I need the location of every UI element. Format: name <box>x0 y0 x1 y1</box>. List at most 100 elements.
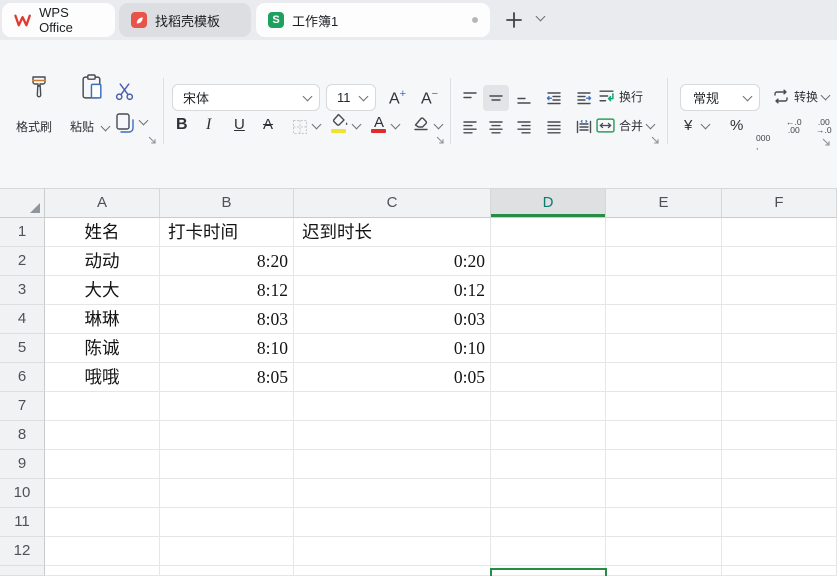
column-header-B[interactable]: B <box>160 189 294 218</box>
cell-E6[interactable] <box>606 363 722 392</box>
dialog-launcher-icon[interactable] <box>148 136 157 145</box>
cell-B3[interactable]: 8:12 <box>160 276 294 305</box>
cell-A10[interactable] <box>45 479 160 508</box>
cell-F10[interactable] <box>722 479 837 508</box>
dialog-launcher-icon[interactable] <box>651 136 660 145</box>
row-header-7[interactable]: 7 <box>0 392 45 421</box>
row-header-6[interactable]: 6 <box>0 363 45 392</box>
paste-label[interactable]: 粘贴 <box>70 118 94 135</box>
row-header-1[interactable]: 1 <box>0 218 45 247</box>
copy-chevron-icon[interactable] <box>138 115 149 126</box>
font-size-select[interactable]: 11 <box>326 84 376 111</box>
cell-E9[interactable] <box>606 450 722 479</box>
cell-E5[interactable] <box>606 334 722 363</box>
tab-workbook1[interactable]: S 工作簿1 <box>256 3 490 37</box>
cell-A3[interactable]: 大大 <box>45 276 160 305</box>
valign-bottom-icon[interactable] <box>516 90 532 106</box>
cell-A7[interactable] <box>45 392 160 421</box>
borders-chevron-icon[interactable] <box>311 119 322 130</box>
cell-F12[interactable] <box>722 537 837 566</box>
tab-list-chevron-icon[interactable] <box>535 11 546 22</box>
italic-button[interactable]: I <box>206 116 211 134</box>
cell-A9[interactable] <box>45 450 160 479</box>
clear-format-chevron-icon[interactable] <box>433 119 444 130</box>
cell-F4[interactable] <box>722 305 837 334</box>
format-painter-label[interactable]: 格式刷 <box>16 118 52 135</box>
copy-icon[interactable] <box>115 112 135 134</box>
cell-D7[interactable] <box>491 392 606 421</box>
tab-docer-templates[interactable]: 找稻壳模板 <box>119 3 251 37</box>
bold-button[interactable]: B <box>176 116 188 134</box>
cell-B8[interactable] <box>160 421 294 450</box>
cell-B12[interactable] <box>160 537 294 566</box>
valign-middle-icon[interactable] <box>488 90 504 106</box>
cell-B11[interactable] <box>160 508 294 537</box>
row-header-5[interactable]: 5 <box>0 334 45 363</box>
tab-wps-office[interactable]: WPS Office <box>2 3 115 37</box>
cell-C7[interactable] <box>294 392 491 421</box>
select-all-corner[interactable] <box>0 189 45 218</box>
cell-C2[interactable]: 0:20 <box>294 247 491 276</box>
decrease-indent-icon[interactable] <box>546 90 562 106</box>
cell-C11[interactable] <box>294 508 491 537</box>
cell-A8[interactable] <box>45 421 160 450</box>
cell-A5[interactable]: 陈诚 <box>45 334 160 363</box>
cell-E12[interactable] <box>606 537 722 566</box>
cell-A4[interactable]: 琳琳 <box>45 305 160 334</box>
valign-top-icon[interactable] <box>462 90 478 106</box>
new-tab-button[interactable] <box>504 10 524 30</box>
row-header-2[interactable]: 2 <box>0 247 45 276</box>
row-header-10[interactable]: 10 <box>0 479 45 508</box>
cell-E1[interactable] <box>606 218 722 247</box>
cell-B10[interactable] <box>160 479 294 508</box>
column-header-E[interactable]: E <box>606 189 722 218</box>
cell-C10[interactable] <box>294 479 491 508</box>
borders-icon[interactable] <box>292 119 308 135</box>
cell-B9[interactable] <box>160 450 294 479</box>
cell-E2[interactable] <box>606 247 722 276</box>
strikethrough-button[interactable]: A <box>263 116 273 133</box>
cut-icon[interactable] <box>114 82 135 101</box>
cell-C1[interactable]: 迟到时长 <box>294 218 491 247</box>
cell-C8[interactable] <box>294 421 491 450</box>
cell-D4[interactable] <box>491 305 606 334</box>
percent-button[interactable]: % <box>730 117 743 134</box>
paste-button[interactable] <box>74 74 110 118</box>
cell-D12[interactable] <box>491 537 606 566</box>
increase-font-button[interactable]: A+ <box>389 88 406 108</box>
currency-chevron-icon[interactable] <box>700 119 711 130</box>
increase-indent-icon[interactable] <box>576 90 592 106</box>
paste-chevron-icon[interactable] <box>100 121 111 132</box>
cell-C6[interactable]: 0:05 <box>294 363 491 392</box>
cell-D1[interactable] <box>491 218 606 247</box>
dialog-launcher-icon[interactable] <box>822 138 831 147</box>
cell-F1[interactable] <box>722 218 837 247</box>
cell-B4[interactable]: 8:03 <box>160 305 294 334</box>
column-header-D[interactable]: D <box>491 189 606 218</box>
row-header-8[interactable]: 8 <box>0 421 45 450</box>
column-header-F[interactable]: F <box>722 189 837 218</box>
align-right-icon[interactable] <box>516 119 532 135</box>
currency-button[interactable]: ¥ <box>684 117 692 134</box>
font-name-select[interactable]: 宋体 <box>172 84 320 111</box>
cell-D5[interactable] <box>491 334 606 363</box>
cell-A1[interactable]: 姓名 <box>45 218 160 247</box>
wrap-text-button[interactable]: 换行 <box>598 88 643 105</box>
cell-B6[interactable]: 8:05 <box>160 363 294 392</box>
decrease-font-button[interactable]: A− <box>421 88 438 108</box>
font-color-chevron-icon[interactable] <box>390 119 401 130</box>
format-painter-button[interactable] <box>14 74 64 118</box>
spreadsheet-grid[interactable]: A B C D E F 1 姓名 打卡时间 迟到时长 2 动动 8:20 0:20 3 大大 8:12 0:12 4… <box>0 188 837 576</box>
fill-color-chevron-icon[interactable] <box>351 119 362 130</box>
cell-F11[interactable] <box>722 508 837 537</box>
cell-C4[interactable]: 0:03 <box>294 305 491 334</box>
cell-F2[interactable] <box>722 247 837 276</box>
cell-E4[interactable] <box>606 305 722 334</box>
cell-D9[interactable] <box>491 450 606 479</box>
merge-cells-button[interactable]: 合并 <box>596 117 656 134</box>
row-header-4[interactable]: 4 <box>0 305 45 334</box>
cell-C3[interactable]: 0:12 <box>294 276 491 305</box>
cell-F5[interactable] <box>722 334 837 363</box>
align-left-icon[interactable] <box>462 119 478 135</box>
column-header-C[interactable]: C <box>294 189 491 218</box>
